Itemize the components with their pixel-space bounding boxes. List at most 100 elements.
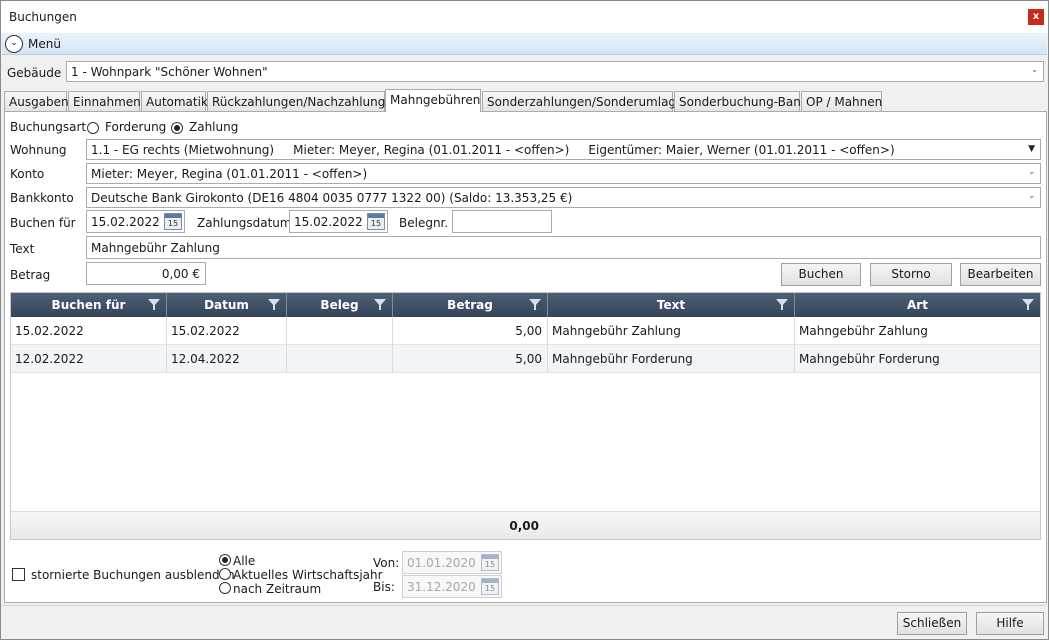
column-header-betrag[interactable]: Betrag <box>393 293 548 317</box>
wohnung-label: Wohnung <box>10 143 67 157</box>
grid-summary-row: 0,00 <box>11 511 1040 539</box>
radio-zahlung[interactable] <box>171 122 183 134</box>
filter-icon[interactable] <box>1022 299 1034 310</box>
cell-datum: 12.04.2022 <box>167 345 287 373</box>
hide-storno-checkbox[interactable] <box>12 568 25 581</box>
buchen-fuer-date-input[interactable]: 15.02.2022 15 <box>86 210 185 233</box>
wohnung-select[interactable]: 1.1 - EG rechts (Mietwohnung) Mieter: Me… <box>86 139 1041 160</box>
betrag-total: 0,00 <box>509 519 539 533</box>
radio-range-wirtschaftsjahr[interactable] <box>219 568 231 580</box>
radio-range-alle-label[interactable]: Alle <box>233 554 255 568</box>
schliessen-button[interactable]: Schließen <box>897 612 967 635</box>
column-header-buchen-fuer[interactable]: Buchen für <box>11 293 167 317</box>
zahlungsdatum-label: Zahlungsdatum <box>197 216 292 230</box>
calendar-icon: 15 <box>481 578 499 595</box>
radio-forderung[interactable] <box>87 122 99 134</box>
cell-text: Mahngebühr Zahlung <box>548 317 795 345</box>
chevron-down-icon: ⌄ <box>1031 65 1038 74</box>
text-label: Text <box>10 242 35 256</box>
cell-buchen-fuer: 15.02.2022 <box>11 317 167 345</box>
buchen-button[interactable]: Buchen <box>781 263 861 286</box>
filter-icon[interactable] <box>148 299 160 310</box>
radio-forderung-label[interactable]: Forderung <box>105 120 166 134</box>
title-bar: Buchungen x <box>1 1 1048 33</box>
buchen-fuer-value: 15.02.2022 <box>91 215 160 229</box>
cell-buchen-fuer: 12.02.2022 <box>11 345 167 373</box>
bearbeiten-button[interactable]: Bearbeiten <box>960 263 1041 286</box>
cell-art: Mahngebühr Zahlung <box>799 324 928 338</box>
table-row[interactable]: 15.02.2022 15.02.2022 5,00 Mahngebühr Za… <box>11 317 1040 345</box>
tab-sonderbuchung-bank[interactable]: Sonderbuchung-Bank <box>674 91 808 111</box>
bankkonto-value: Deutsche Bank Girokonto (DE16 4804 0035 … <box>91 191 573 205</box>
radio-range-wirtschaftsjahr-label[interactable]: Aktuelles Wirtschaftsjahr <box>233 568 383 582</box>
column-header-datum[interactable]: Datum <box>167 293 287 317</box>
tab-automatik[interactable]: Automatik <box>141 91 208 111</box>
cell-art: Mahngebühr Forderung <box>799 352 940 366</box>
dialog-footer <box>2 605 1047 639</box>
radio-range-zeitraum-label[interactable]: nach Zeitraum <box>233 582 321 596</box>
buchungsart-label: Buchungsart <box>10 120 87 134</box>
radio-range-alle[interactable] <box>219 554 231 566</box>
column-header-text[interactable]: Text <box>548 293 795 317</box>
calendar-icon[interactable]: 15 <box>164 213 182 230</box>
buchungen-grid: Buchen für Datum Beleg Betrag Text Art 1… <box>10 292 1041 540</box>
calendar-icon[interactable]: 15 <box>367 213 385 230</box>
tab-sonderzahlungen[interactable]: Sonderzahlungen/Sonderumlagen <box>482 91 691 111</box>
bankkonto-select[interactable]: Deutsche Bank Girokonto (DE16 4804 0035 … <box>86 187 1041 208</box>
gebaeude-select[interactable]: 1 - Wohnpark "Schöner Wohnen" ⌄ <box>66 61 1044 82</box>
hilfe-button[interactable]: Hilfe <box>976 612 1044 635</box>
tab-einnahmen[interactable]: Einnahmen <box>68 91 141 111</box>
filter-icon[interactable] <box>529 299 541 310</box>
column-header-art[interactable]: Art <box>795 293 1040 317</box>
column-header-label: Buchen für <box>51 298 126 312</box>
text-value: Mahngebühr Zahlung <box>91 241 220 255</box>
tab-rueckzahlungen[interactable]: Rückzahlungen/Nachzahlungen <box>207 91 400 111</box>
cell-datum: 15.02.2022 <box>167 317 287 345</box>
buchen-fuer-label: Buchen für <box>10 216 76 230</box>
grid-header: Buchen für Datum Beleg Betrag Text Art <box>11 293 1040 317</box>
radio-range-zeitraum[interactable] <box>219 582 231 594</box>
storno-button[interactable]: Storno <box>870 263 952 286</box>
cell-beleg <box>287 345 393 373</box>
cell-beleg <box>287 317 393 345</box>
menu-bar[interactable]: ⌄ Menü <box>2 34 1047 55</box>
tab-bar: Ausgaben Einnahmen Automatik Rückzahlung… <box>4 89 1048 112</box>
tab-op-mahnen[interactable]: OP / Mahnen <box>801 91 882 111</box>
betrag-input[interactable]: 0,00 € <box>86 262 206 285</box>
von-value: 01.01.2020 <box>407 556 476 570</box>
column-header-label: Text <box>656 298 686 312</box>
konto-label: Konto <box>10 167 45 181</box>
bis-label: Bis: <box>373 580 395 594</box>
tab-ausgaben[interactable]: Ausgaben <box>4 91 69 111</box>
column-header-label: Datum <box>204 298 249 312</box>
buchungen-window: Buchungen x ⌄ Menü Gebäude 1 - Wohnpark … <box>0 0 1049 640</box>
gebaeude-value: 1 - Wohnpark "Schöner Wohnen" <box>71 65 268 79</box>
table-row[interactable]: 12.02.2022 12.04.2022 5,00 Mahngebühr Fo… <box>11 345 1040 373</box>
radio-zahlung-label[interactable]: Zahlung <box>189 120 238 134</box>
chevron-down-circle-icon[interactable]: ⌄ <box>5 35 23 53</box>
close-button[interactable]: x <box>1028 9 1044 25</box>
filter-icon[interactable] <box>776 299 788 310</box>
column-header-label: Beleg <box>320 298 359 312</box>
belegnr-input[interactable] <box>452 210 552 233</box>
column-header-label: Art <box>907 298 928 312</box>
chevron-down-icon: ⌄ <box>1028 167 1035 176</box>
betrag-value: 0,00 € <box>161 267 200 281</box>
konto-select[interactable]: Mieter: Meyer, Regina (01.01.2011 - <off… <box>86 163 1041 184</box>
text-input[interactable]: Mahngebühr Zahlung <box>86 236 1041 259</box>
window-title: Buchungen <box>9 10 77 24</box>
zahlungsdatum-date-input[interactable]: 15.02.2022 15 <box>289 210 388 233</box>
filter-icon[interactable] <box>374 299 386 310</box>
hide-storno-label[interactable]: stornierte Buchungen ausblenden <box>31 568 235 582</box>
calendar-icon: 15 <box>481 554 499 571</box>
column-header-label: Betrag <box>447 298 493 312</box>
filter-icon[interactable] <box>268 299 280 310</box>
column-header-beleg[interactable]: Beleg <box>287 293 393 317</box>
tab-mahngebuehren[interactable]: Mahngebühren <box>385 89 481 112</box>
zahlungsdatum-value: 15.02.2022 <box>294 215 363 229</box>
cell-betrag: 5,00 <box>393 317 548 345</box>
bis-date-input: 31.12.2020 15 <box>402 575 502 598</box>
wohnung-value: 1.1 - EG rechts (Mietwohnung) Mieter: Me… <box>91 143 895 157</box>
menu-label[interactable]: Menü <box>28 37 61 51</box>
cell-betrag: 5,00 <box>393 345 548 373</box>
